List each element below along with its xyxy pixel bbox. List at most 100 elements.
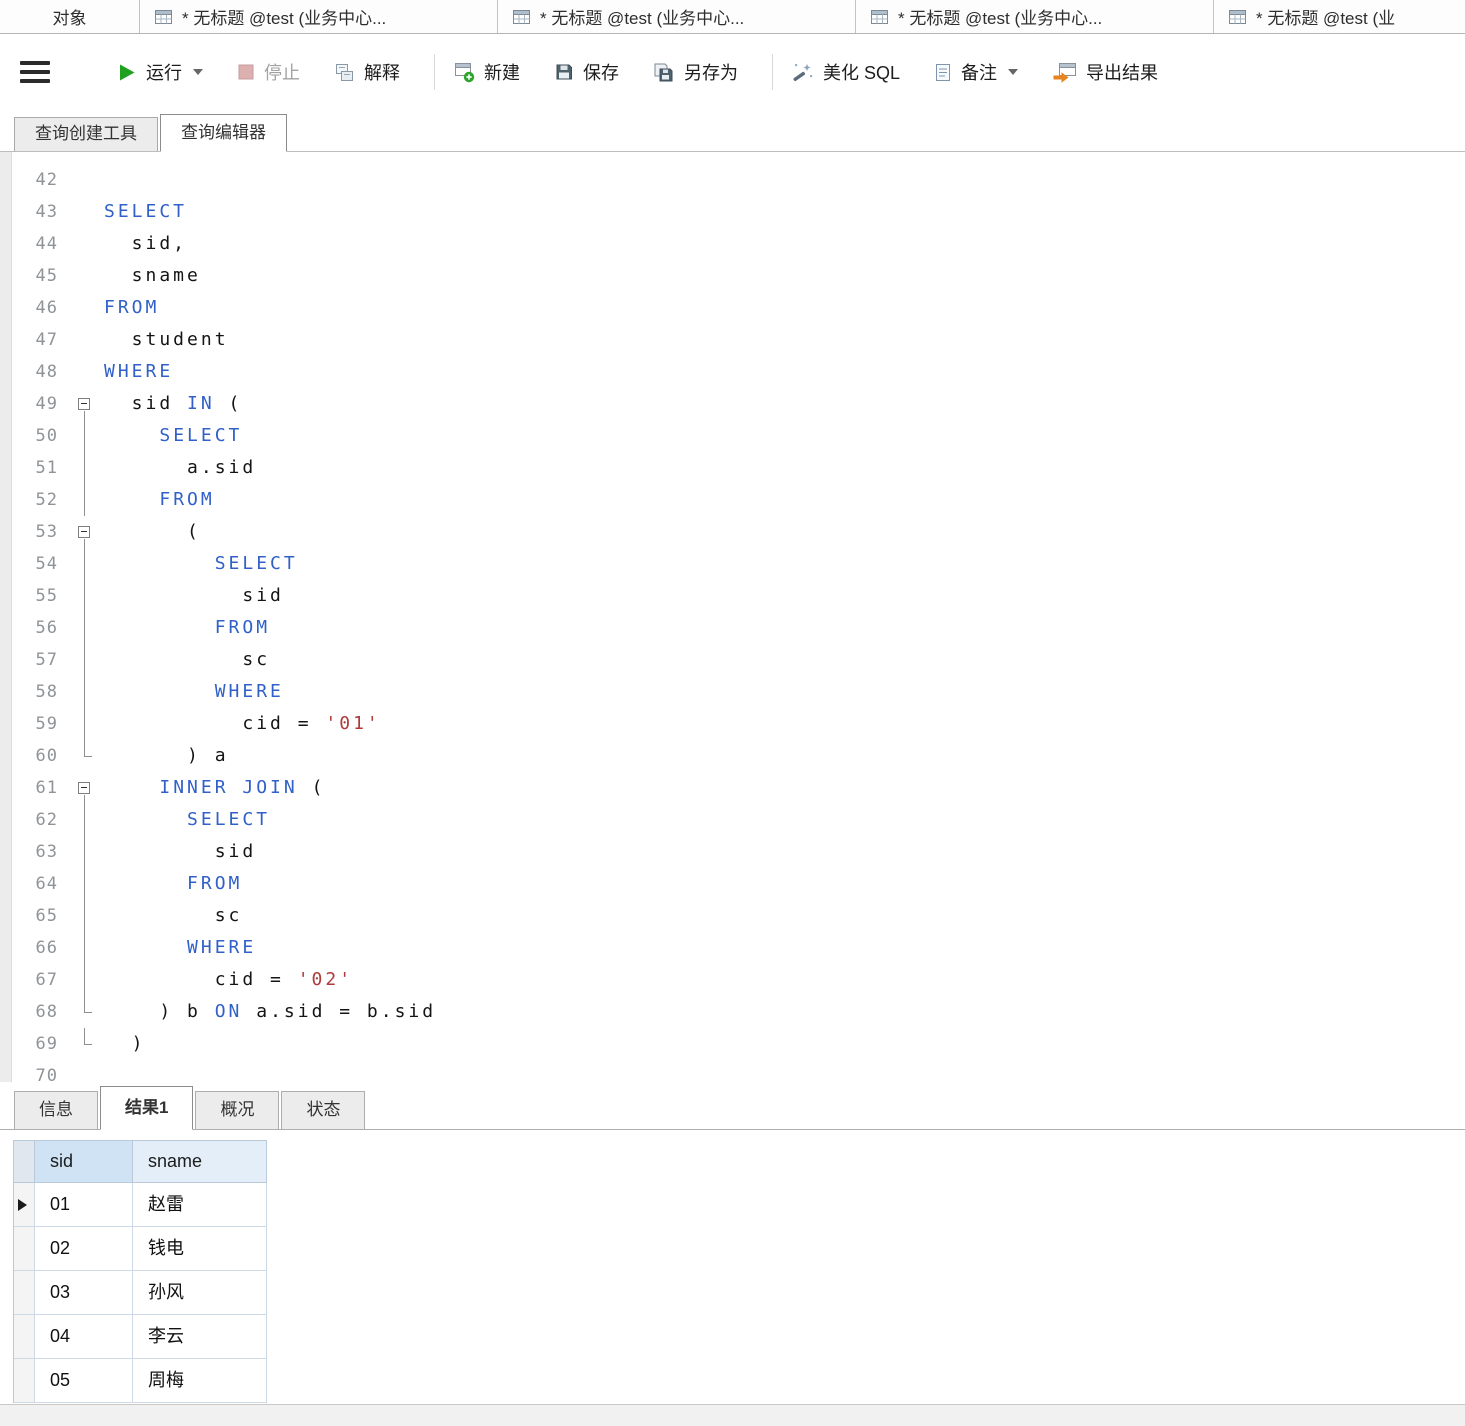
explain-icon (336, 63, 353, 81)
code-line[interactable]: 48 WHERE (12, 356, 1465, 388)
code-line[interactable]: 50 SELECT (12, 420, 1465, 452)
code-text: sc (104, 905, 243, 926)
run-button[interactable]: 运行 (116, 59, 203, 85)
tab-label: 信息 (39, 1100, 73, 1119)
table-cell[interactable]: 03 (35, 1271, 133, 1315)
code-line[interactable]: 58 WHERE (12, 676, 1465, 708)
code-line[interactable]: 55 sid (12, 580, 1465, 612)
code-area[interactable]: 42 43 SELECT 44 sid, 45 sname 46 FROM 47 studen… (12, 152, 1465, 1082)
explain-button[interactable]: 解释 (334, 59, 400, 85)
table-row[interactable]: 02 钱电 (14, 1227, 267, 1271)
save-as-button[interactable]: 另存为 (653, 59, 738, 85)
new-query-icon (455, 62, 475, 82)
fold-collapse-icon[interactable] (74, 516, 98, 548)
code-line[interactable]: 70 (12, 1060, 1465, 1082)
code-line[interactable]: 46 FROM (12, 292, 1465, 324)
code-line[interactable]: 60 ) a (12, 740, 1465, 772)
comment-button[interactable]: 备注 (934, 59, 1019, 85)
tab-result-1[interactable]: 结果1 (100, 1086, 194, 1130)
table-row[interactable]: 04 李云 (14, 1315, 267, 1359)
tab-objects[interactable]: 对象 (0, 0, 140, 33)
table-cell[interactable]: 05 (35, 1359, 133, 1403)
tab-query-editor[interactable]: 查询编辑器 (160, 114, 287, 152)
new-button[interactable]: 新建 (453, 59, 520, 85)
line-number: 65 (35, 906, 58, 926)
table-cell[interactable]: 赵雷 (133, 1183, 267, 1227)
code-line[interactable]: 54 SELECT (12, 548, 1465, 580)
row-marker[interactable] (14, 1227, 35, 1271)
line-number: 43 (35, 202, 58, 222)
chevron-down-icon[interactable] (1008, 69, 1019, 75)
table-icon (513, 9, 530, 24)
grid-header-row: sid sname (14, 1141, 267, 1183)
line-number: 70 (35, 1066, 58, 1082)
fold-gutter (74, 836, 98, 868)
code-line[interactable]: 42 (12, 164, 1465, 196)
export-results-button[interactable]: 导出结果 (1052, 59, 1158, 85)
sql-editor[interactable]: 42 43 SELECT 44 sid, 45 sname 46 FROM 47 studen… (0, 152, 1465, 1082)
line-number: 45 (35, 266, 58, 286)
table-cell[interactable]: 孙风 (133, 1271, 267, 1315)
column-header-sid[interactable]: sid (35, 1141, 133, 1183)
chevron-down-icon[interactable] (193, 69, 203, 75)
tab-query-builder[interactable]: 查询创建工具 (14, 117, 158, 151)
save-button[interactable]: 保存 (554, 59, 619, 85)
stop-button[interactable]: 停止 (237, 59, 300, 85)
code-line[interactable]: 64 FROM (12, 868, 1465, 900)
save-icon (556, 64, 572, 80)
tab-query-3[interactable]: * 无标题 @test (业务中心... (856, 0, 1214, 33)
table-cell[interactable]: 02 (35, 1227, 133, 1271)
save-label: 保存 (583, 63, 619, 83)
row-marker[interactable] (14, 1315, 35, 1359)
code-line[interactable]: 69 ) (12, 1028, 1465, 1060)
code-text: SELECT (104, 201, 188, 222)
code-line[interactable]: 43 SELECT (12, 196, 1465, 228)
code-line[interactable]: 44 sid, (12, 228, 1465, 260)
table-cell[interactable]: 李云 (133, 1315, 267, 1359)
code-line[interactable]: 65 sc (12, 900, 1465, 932)
menu-icon[interactable] (20, 61, 50, 83)
tab-profile[interactable]: 概况 (195, 1091, 280, 1129)
code-line[interactable]: 61 INNER JOIN ( (12, 772, 1465, 804)
code-line[interactable]: 51 a.sid (12, 452, 1465, 484)
beautify-sql-button[interactable]: 美化 SQL (791, 59, 900, 85)
sql-query-window: 对象 * 无标题 @test (业务中心... * 无标题 @test (业务中… (0, 0, 1465, 1426)
code-line[interactable]: 45 sname (12, 260, 1465, 292)
status-bar (0, 1404, 1465, 1426)
table-cell[interactable]: 钱电 (133, 1227, 267, 1271)
table-cell[interactable]: 04 (35, 1315, 133, 1359)
table-row[interactable]: 05 周梅 (14, 1359, 267, 1403)
tab-status[interactable]: 状态 (281, 1091, 366, 1129)
code-line[interactable]: 49 sid IN ( (12, 388, 1465, 420)
code-line[interactable]: 57 sc (12, 644, 1465, 676)
code-line[interactable]: 63 sid (12, 836, 1465, 868)
fold-collapse-icon[interactable] (74, 772, 98, 804)
table-cell[interactable]: 01 (35, 1183, 133, 1227)
code-line[interactable]: 68 ) b ON a.sid = b.sid (12, 996, 1465, 1028)
table-cell[interactable]: 周梅 (133, 1359, 267, 1403)
current-row-marker[interactable] (14, 1183, 35, 1227)
code-line[interactable]: 67 cid = '02' (12, 964, 1465, 996)
code-line[interactable]: 66 WHERE (12, 932, 1465, 964)
code-line[interactable]: 47 student (12, 324, 1465, 356)
table-row[interactable]: 01 赵雷 (14, 1183, 267, 1227)
fold-collapse-icon[interactable] (74, 388, 98, 420)
result-tab-strip: 信息 结果1 概况 状态 (0, 1082, 1465, 1130)
code-line[interactable]: 62 SELECT (12, 804, 1465, 836)
table-row[interactable]: 03 孙风 (14, 1271, 267, 1315)
tab-query-1[interactable]: * 无标题 @test (业务中心... (140, 0, 498, 33)
tab-query-2[interactable]: * 无标题 @test (业务中心... (498, 0, 856, 33)
row-marker[interactable] (14, 1359, 35, 1403)
fold-gutter (74, 484, 98, 516)
fold-gutter (74, 420, 98, 452)
tab-info[interactable]: 信息 (14, 1091, 98, 1129)
row-marker[interactable] (14, 1271, 35, 1315)
tab-query-4[interactable]: * 无标题 @test (业 (1214, 0, 1465, 33)
fold-gutter (74, 644, 98, 676)
code-text: sid (104, 585, 284, 606)
column-header-sname[interactable]: sname (133, 1141, 267, 1183)
code-line[interactable]: 53 ( (12, 516, 1465, 548)
code-line[interactable]: 59 cid = '01' (12, 708, 1465, 740)
code-line[interactable]: 52 FROM (12, 484, 1465, 516)
code-line[interactable]: 56 FROM (12, 612, 1465, 644)
